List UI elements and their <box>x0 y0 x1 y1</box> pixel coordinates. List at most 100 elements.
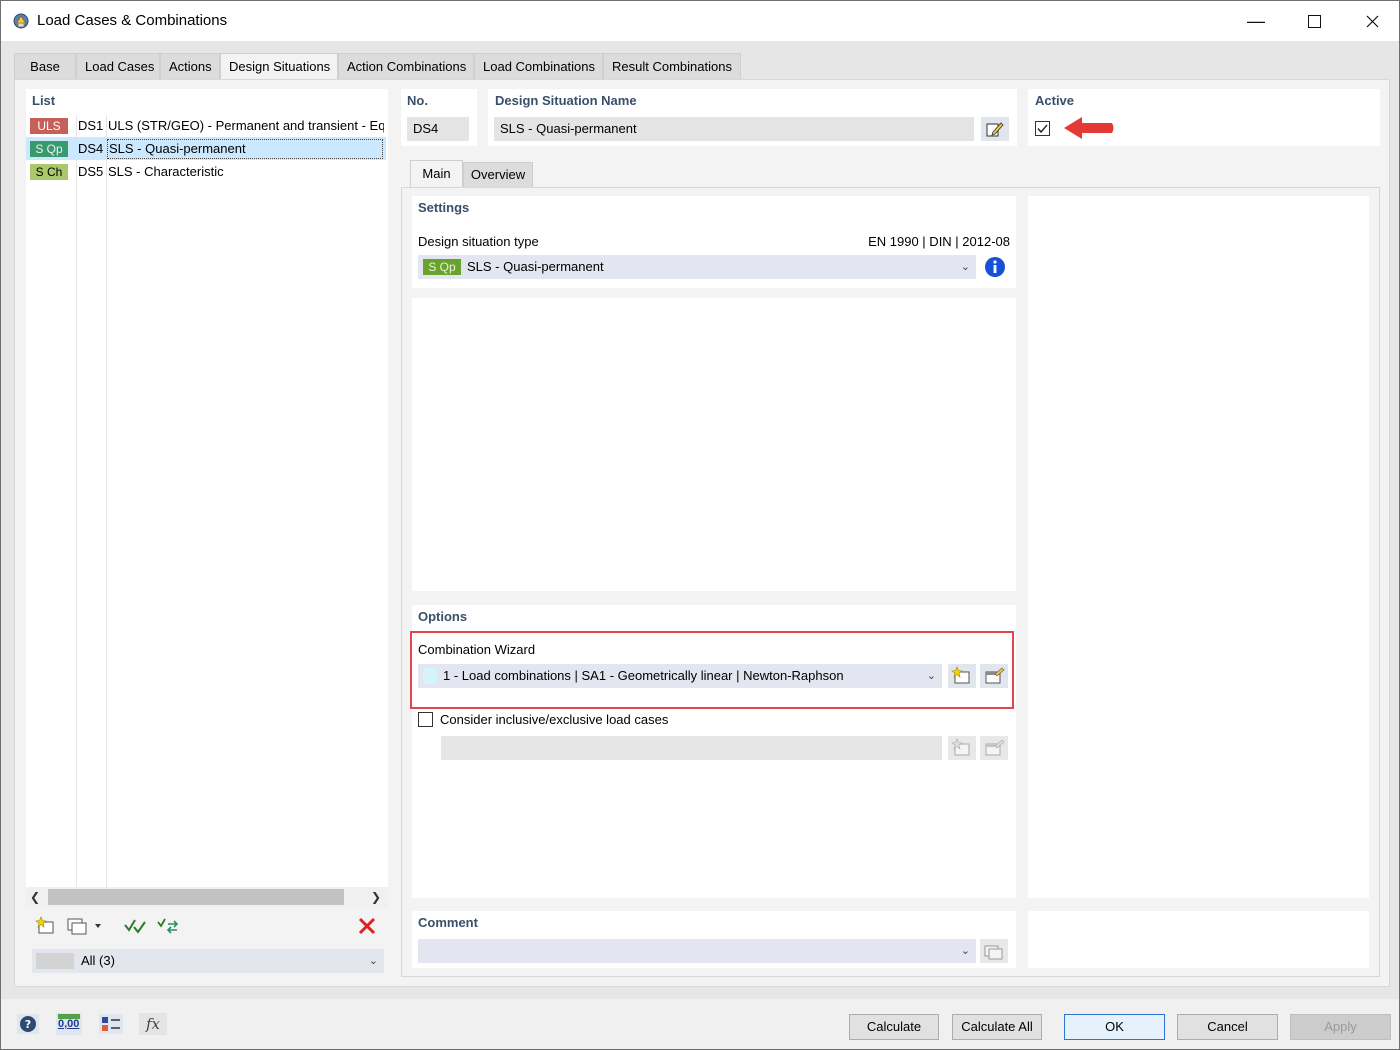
list-item-badge: S Ch <box>30 163 68 180</box>
dialog-window: Load Cases & Combinations — Base Load Ca… <box>0 0 1400 1050</box>
chevron-down-icon: ⌄ <box>368 955 378 967</box>
list-column-divider <box>106 115 107 889</box>
delete-icon[interactable] <box>353 914 381 938</box>
number-label: No. <box>407 93 428 108</box>
list-item-badge: S Qp <box>30 140 68 157</box>
help-icon[interactable]: ? <box>14 1012 42 1036</box>
edit-icon <box>986 122 1004 137</box>
scrollbar-thumb[interactable] <box>48 889 344 905</box>
list-item-number: DS1 <box>78 118 104 133</box>
comment-header: Comment <box>418 915 478 930</box>
tab-result-combinations[interactable]: Result Combinations <box>603 53 741 79</box>
comment-right-panel <box>1028 911 1369 968</box>
number-panel: No. DS4 <box>401 89 477 146</box>
empty-area <box>412 298 1016 591</box>
units-decimals-icon[interactable]: 0,00 <box>55 1012 83 1036</box>
comment-select[interactable]: ⌄ <box>418 939 976 963</box>
wizard-color-swatch <box>423 668 437 684</box>
combination-wizard-select[interactable]: 1 - Load combinations | SA1 - Geometrica… <box>418 664 942 688</box>
calculate-all-button[interactable]: Calculate All <box>952 1014 1042 1040</box>
window-title: Load Cases & Combinations <box>37 12 228 29</box>
scroll-left-icon[interactable]: ❮ <box>30 890 40 904</box>
design-situation-type-label: Design situation type <box>418 234 539 249</box>
chevron-down-icon: ⌄ <box>960 261 970 273</box>
right-panel <box>1028 196 1369 898</box>
type-value: SLS - Quasi-permanent <box>467 259 604 274</box>
filter-color-swatch <box>36 953 74 969</box>
inclusive-exclusive-label: Consider inclusive/exclusive load cases <box>440 712 669 727</box>
combination-wizard-label: Combination Wizard <box>418 642 536 657</box>
display-settings-icon[interactable] <box>97 1012 125 1036</box>
tab-main[interactable]: Main <box>410 160 463 187</box>
list-item-number: DS4 <box>78 141 104 156</box>
info-icon[interactable] <box>984 256 1008 278</box>
number-field[interactable]: DS4 <box>407 117 469 141</box>
list-item-number: DS5 <box>78 164 104 179</box>
calculate-button[interactable]: Calculate <box>849 1014 939 1040</box>
list-item-name: SLS - Quasi-permanent <box>107 138 383 159</box>
tab-actions[interactable]: Actions <box>160 53 220 79</box>
tab-overview[interactable]: Overview <box>463 162 533 187</box>
close-icon[interactable] <box>1343 1 1400 41</box>
edit-wizard-button[interactable] <box>980 664 1008 688</box>
list-column-divider <box>76 115 77 889</box>
list-item[interactable]: ULS DS1 ULS (STR/GEO) - Permanent and tr… <box>26 114 386 137</box>
tab-action-combinations[interactable]: Action Combinations <box>338 53 474 79</box>
apply-button[interactable]: Apply <box>1290 1014 1391 1040</box>
tab-bar: Base Load Cases Actions Design Situation… <box>14 53 741 80</box>
new-icon <box>951 738 970 756</box>
active-checkbox[interactable] <box>1035 121 1050 136</box>
ok-button[interactable]: OK <box>1064 1014 1165 1040</box>
active-panel: Active <box>1028 89 1380 146</box>
tab-base[interactable]: Base <box>14 53 76 79</box>
filter-value: All (3) <box>81 953 115 968</box>
design-situation-name-field[interactable]: SLS - Quasi-permanent <box>494 117 974 141</box>
options-panel: Options Combination Wizard 1 - Load comb… <box>410 605 1016 898</box>
list-item-name: SLS - Characteristic <box>108 164 224 179</box>
renumber-icon[interactable] <box>154 914 182 938</box>
formula-icon[interactable]: fx <box>139 1012 167 1036</box>
name-panel: Design Situation Name SLS - Quasi-perman… <box>488 89 1017 146</box>
type-badge: S Qp <box>423 259 461 275</box>
cancel-button[interactable]: Cancel <box>1177 1014 1278 1040</box>
edit-window-icon <box>985 739 1005 756</box>
tab-load-cases[interactable]: Load Cases <box>76 53 160 79</box>
library-icon <box>984 945 1003 960</box>
inclusive-exclusive-field <box>441 736 942 760</box>
active-label: Active <box>1035 93 1075 108</box>
settings-panel: Settings Design situation type EN 1990 |… <box>412 196 1016 288</box>
edit-window-icon <box>985 667 1005 684</box>
wizard-value: 1 - Load combinations | SA1 - Geometrica… <box>443 668 844 683</box>
new-icon <box>951 666 970 684</box>
tab-design-situations[interactable]: Design Situations <box>220 53 338 80</box>
settings-header: Settings <box>418 200 470 215</box>
list-panel: List ULS DS1 ULS (STR/GEO) - Permanent a… <box>26 89 388 907</box>
new-inclusive-button <box>948 736 976 760</box>
name-label: Design Situation Name <box>495 93 637 108</box>
comment-panel: Comment ⌄ <box>412 911 1016 968</box>
new-item-icon[interactable] <box>32 914 60 938</box>
annotation-arrow-icon <box>1064 117 1114 139</box>
copy-item-icon[interactable] <box>63 914 107 938</box>
edit-name-button[interactable] <box>981 117 1009 141</box>
tab-load-combinations[interactable]: Load Combinations <box>474 53 603 79</box>
list-header: List <box>32 93 56 108</box>
list-item-name: ULS (STR/GEO) - Permanent and transient … <box>108 118 384 133</box>
chevron-down-icon: ⌄ <box>960 945 970 957</box>
check-all-icon[interactable] <box>121 914 149 938</box>
svg-text:?: ? <box>25 1018 31 1031</box>
design-situation-type-select[interactable]: S Qp SLS - Quasi-permanent ⌄ <box>418 255 976 279</box>
comment-library-button[interactable] <box>980 939 1008 963</box>
inclusive-exclusive-checkbox[interactable] <box>418 712 433 727</box>
list-item-selected[interactable]: S Qp DS4 SLS - Quasi-permanent <box>26 137 386 160</box>
horizontal-scrollbar[interactable]: ❮ ❯ <box>26 887 388 907</box>
standard-label: EN 1990 | DIN | 2012-08 <box>868 234 1010 249</box>
scroll-right-icon[interactable]: ❯ <box>371 890 381 904</box>
minimize-icon[interactable]: — <box>1227 1 1285 41</box>
new-wizard-button[interactable] <box>948 664 976 688</box>
maximize-icon[interactable] <box>1285 1 1343 41</box>
list-filter-select[interactable]: All (3) ⌄ <box>32 949 384 973</box>
list-item[interactable]: S Ch DS5 SLS - Characteristic <box>26 160 386 183</box>
formula-label: fx <box>139 1013 167 1035</box>
edit-inclusive-button <box>980 736 1008 760</box>
